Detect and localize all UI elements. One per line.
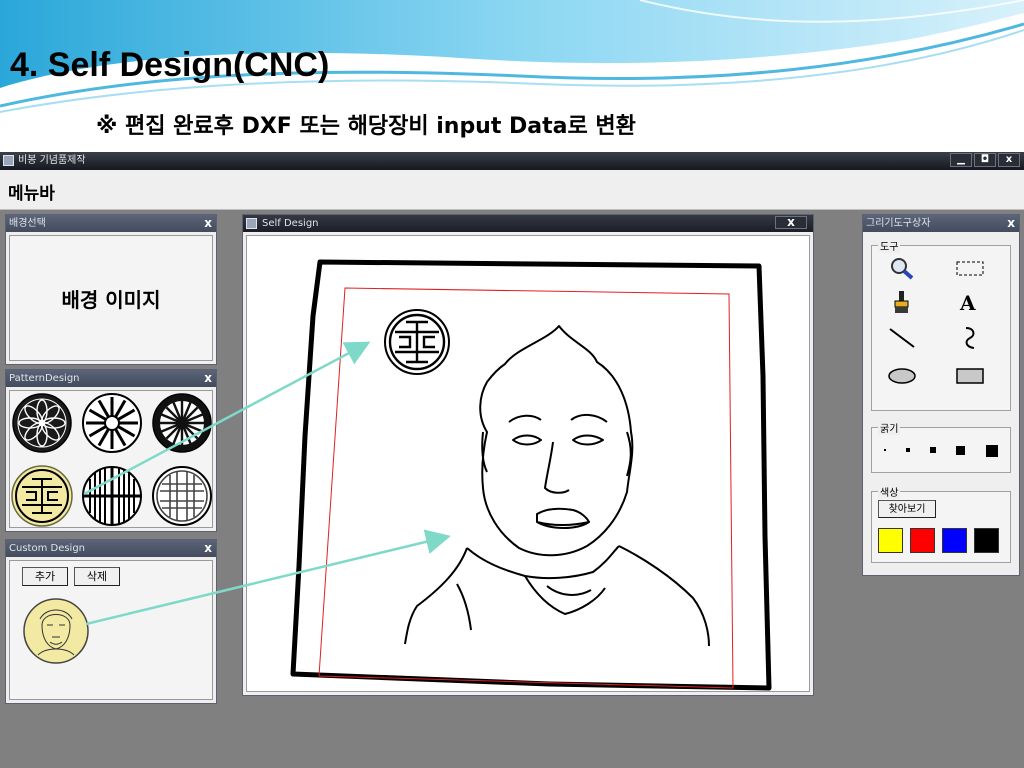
slide-subtitle: ※ 편집 완료후 DXF 또는 해당장비 input Data로 변환 — [96, 114, 636, 139]
rectangle-tool-icon[interactable] — [954, 362, 986, 390]
close-button[interactable]: x — [998, 153, 1020, 167]
app-icon — [3, 155, 14, 166]
self-design-titlebar[interactable]: Self Design x — [243, 215, 813, 232]
app-title: 비봉 기념품제작 — [18, 155, 86, 166]
daisy-pattern[interactable] — [82, 393, 142, 453]
zoom-icon[interactable] — [886, 254, 918, 282]
background-panel: 배경선택 x 배경 이미지 — [5, 214, 217, 365]
maze-pattern[interactable] — [152, 466, 212, 526]
pattern-panel-title-text: PatternDesign — [9, 373, 80, 384]
line-tool-icon[interactable] — [886, 324, 918, 352]
color-group: 색상 찾아보기 — [871, 484, 1011, 563]
slide: 4. Self Design(CNC) ※ 편집 완료후 DXF 또는 해당장비… — [0, 0, 1024, 768]
custom-design-panel-title-text: Custom Design — [9, 543, 86, 554]
custom-design-body: 추가 삭제 — [9, 560, 213, 700]
text-tool-icon[interactable]: A — [954, 288, 986, 316]
drawing-tools-panel-title[interactable]: 그리기도구상자 x — [863, 215, 1019, 232]
design-canvas[interactable] — [246, 235, 810, 692]
delete-button[interactable]: 삭제 — [74, 567, 120, 586]
self-design-window: Self Design x — [242, 214, 814, 696]
background-panel-title[interactable]: 배경선택 x — [6, 215, 216, 232]
app-titlebar[interactable]: 비봉 기념품제작 ▁ ◘ x — [0, 152, 1024, 170]
color-swatch-blue[interactable] — [942, 528, 967, 553]
background-panel-title-text: 배경선택 — [9, 218, 46, 229]
drawing-tools-panel-title-text: 그리기도구상자 — [866, 218, 931, 229]
color-swatch-yellow[interactable] — [878, 528, 903, 553]
add-button[interactable]: 추가 — [22, 567, 68, 586]
svg-text:A: A — [959, 291, 976, 314]
close-icon[interactable]: x — [204, 215, 212, 232]
thickness-group-label: 굵기 — [878, 420, 901, 435]
flower-pattern[interactable] — [12, 393, 72, 453]
outer-frame — [290, 259, 772, 691]
placed-pattern[interactable] — [384, 309, 450, 375]
menubar[interactable]: 메뉴바 — [0, 170, 1024, 210]
ellipse-tool-icon[interactable] — [886, 362, 918, 390]
custom-design-thumbnail[interactable] — [16, 595, 96, 667]
menubar-label: 메뉴바 — [8, 184, 55, 204]
close-icon[interactable]: x — [204, 370, 212, 387]
thickness-5-option[interactable] — [986, 445, 998, 457]
design-window-icon — [246, 218, 257, 229]
custom-design-panel-title[interactable]: Custom Design x — [6, 540, 216, 557]
freehand-curve-icon[interactable] — [954, 324, 986, 352]
browse-button[interactable]: 찾아보기 — [878, 500, 936, 518]
portrait-drawing — [404, 325, 710, 647]
thickness-4-option[interactable] — [956, 446, 965, 455]
paint-brush-icon[interactable] — [886, 288, 918, 316]
select-rectangle-icon[interactable] — [954, 254, 986, 282]
tools-group-label: 도구 — [878, 238, 901, 253]
minimize-button[interactable]: ▁ — [950, 153, 972, 167]
color-group-label: 색상 — [878, 484, 901, 499]
slide-header: 4. Self Design(CNC) ※ 편집 완료후 DXF 또는 해당장비… — [0, 0, 1024, 152]
pattern-panel-title[interactable]: PatternDesign x — [6, 370, 216, 387]
slide-title: 4. Self Design(CNC) — [10, 46, 330, 84]
vertical-lines-pattern[interactable] — [82, 466, 142, 526]
thickness-3-option[interactable] — [930, 447, 936, 453]
drawing-tools-panel: 그리기도구상자 x 도구 A 굵기 색상 찾아보기 — [862, 214, 1020, 576]
color-swatch-black[interactable] — [974, 528, 999, 553]
pattern-grid-graphics — [11, 393, 212, 527]
wheel-pattern[interactable] — [152, 393, 212, 453]
tools-group: 도구 A — [871, 238, 1011, 411]
custom-design-panel: Custom Design x 추가 삭제 — [5, 539, 217, 704]
design-drawing — [290, 259, 772, 691]
color-swatch-red[interactable] — [910, 528, 935, 553]
window-controls: ▁ ◘ x — [950, 153, 1020, 167]
restore-button[interactable]: ◘ — [974, 153, 996, 167]
thickness-2-option[interactable] — [906, 448, 910, 452]
pattern-grid — [9, 390, 213, 528]
longevity-symbol-pattern[interactable] — [11, 465, 73, 527]
close-icon[interactable]: x — [204, 540, 212, 557]
close-icon[interactable]: x — [1007, 215, 1015, 232]
pattern-panel: PatternDesign x — [5, 369, 217, 532]
background-image-label: 배경 이미지 — [61, 288, 161, 312]
thickness-1-option[interactable] — [884, 449, 886, 451]
background-image-area[interactable]: 배경 이미지 — [9, 235, 213, 361]
app-window: 비봉 기념품제작 ▁ ◘ x 메뉴바 배경선택 x 배경 이미지 Pattern… — [0, 152, 1024, 768]
thickness-group: 굵기 — [871, 420, 1011, 473]
close-icon[interactable]: x — [775, 216, 807, 229]
